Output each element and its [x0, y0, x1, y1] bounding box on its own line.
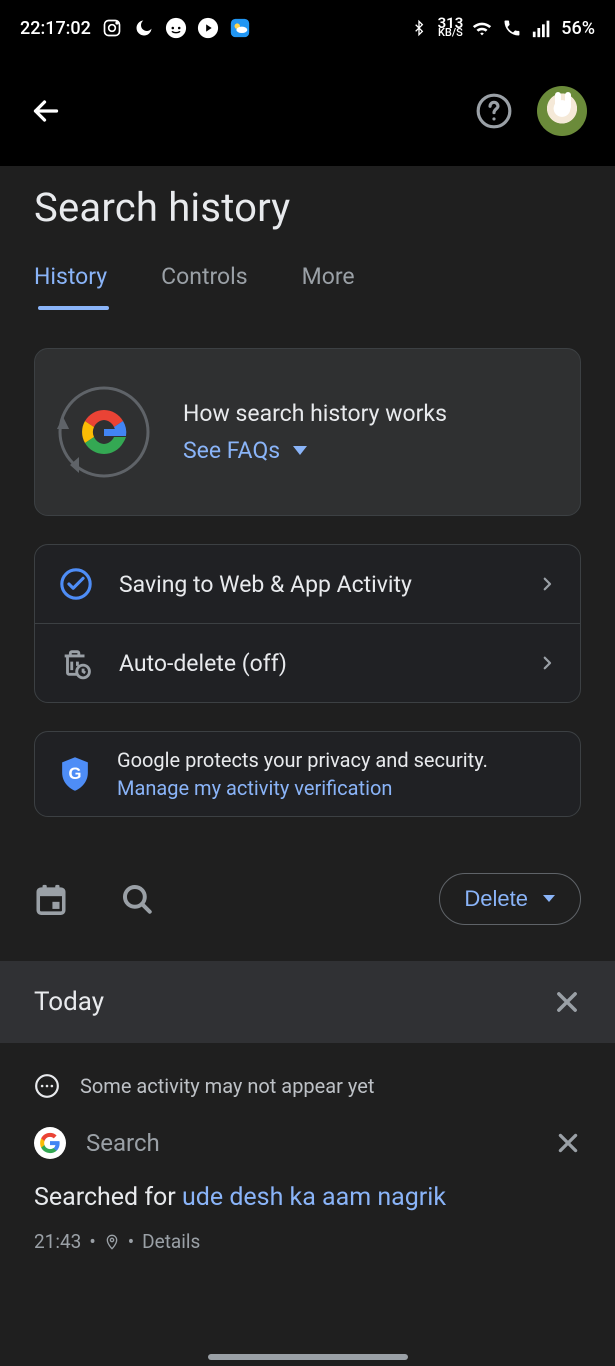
status-bar: 22:17:02 313 KB/S — [0, 0, 615, 56]
tab-controls[interactable]: Controls — [161, 263, 247, 308]
activity-notice-row: Some activity may not appear yet — [34, 1073, 581, 1099]
shield-icon: G — [59, 756, 91, 792]
status-time: 22:17:02 — [20, 18, 91, 39]
activity-details-link[interactable]: Details — [142, 1230, 200, 1253]
google-icon — [34, 1127, 66, 1159]
setting-autodelete[interactable]: Auto-delete (off) — [35, 624, 580, 702]
app-bar — [0, 56, 615, 166]
activity-meta: 21:43 • • Details — [34, 1230, 581, 1253]
tabs: History Controls More — [0, 241, 615, 308]
faq-link-label: See FAQs — [183, 437, 280, 464]
caret-down-icon — [292, 445, 308, 457]
faq-title: How search history works — [183, 400, 447, 427]
location-pin-icon[interactable] — [104, 1233, 120, 1251]
nav-bar-indicator — [208, 1354, 408, 1360]
faq-card[interactable]: How search history works See FAQs — [34, 348, 581, 516]
history-toolbar: Delete — [0, 817, 615, 949]
today-label: Today — [34, 987, 104, 1017]
delete-button[interactable]: Delete — [439, 873, 581, 925]
bluetooth-icon — [408, 17, 430, 39]
tab-more-label: More — [302, 263, 355, 290]
activity-app-label: Search — [86, 1129, 535, 1157]
signal-icon — [531, 17, 553, 39]
back-button[interactable] — [28, 93, 64, 129]
dot-separator: • — [128, 1230, 134, 1253]
autodelete-icon — [59, 646, 93, 680]
activity-title[interactable]: Searched for ude desh ka aam nagrik — [34, 1183, 581, 1212]
tab-more[interactable]: More — [302, 263, 355, 308]
setting-autodelete-label: Auto-delete (off) — [119, 650, 512, 677]
dismiss-today-button[interactable] — [553, 988, 581, 1016]
chevron-right-icon — [538, 649, 556, 677]
privacy-text: Google protects your privacy and securit… — [117, 748, 488, 772]
caret-down-icon — [542, 894, 556, 904]
dot-separator: • — [89, 1230, 95, 1253]
help-icon[interactable] — [475, 92, 513, 130]
activity-query: ude desh ka aam nagrik — [182, 1183, 446, 1212]
avatar[interactable] — [537, 86, 587, 136]
instagram-icon — [101, 17, 123, 39]
activity-time: 21:43 — [34, 1230, 81, 1253]
privacy-card: G Google protects your privacy and secur… — [34, 731, 581, 817]
data-rate: 313 KB/S — [438, 18, 464, 38]
dismiss-activity-button[interactable] — [555, 1130, 581, 1156]
history-google-icon — [49, 377, 159, 487]
setting-saving-label: Saving to Web & App Activity — [119, 571, 512, 598]
page-title: Search history — [0, 166, 615, 241]
chevron-right-icon — [538, 570, 556, 598]
wifi-icon — [471, 17, 493, 39]
tab-controls-label: Controls — [161, 263, 247, 290]
activity-notice-text: Some activity may not appear yet — [80, 1074, 374, 1098]
activity-prefix: Searched for — [34, 1183, 182, 1212]
tab-history[interactable]: History — [34, 263, 107, 308]
wifi-calling-icon — [501, 17, 523, 39]
tab-history-label: History — [34, 263, 107, 290]
weather-icon — [229, 17, 251, 39]
activity-item: Search — [34, 1127, 581, 1159]
today-section-header: Today — [0, 961, 615, 1043]
battery-percent: 56% — [561, 18, 595, 39]
search-icon[interactable] — [120, 882, 154, 916]
reddit-icon — [165, 17, 187, 39]
activity-section: Some activity may not appear yet Search … — [0, 1043, 615, 1263]
moon-icon — [133, 17, 155, 39]
settings-card: Saving to Web & App Activity Auto-delete… — [34, 544, 581, 703]
checkmark-circle-icon — [59, 567, 93, 601]
setting-saving[interactable]: Saving to Web & App Activity — [35, 545, 580, 624]
more-circle-icon — [34, 1073, 60, 1099]
play-icon — [197, 17, 219, 39]
delete-button-label: Delete — [464, 886, 528, 912]
privacy-link[interactable]: Manage my activity verification — [117, 776, 488, 800]
content-area: Search history History Controls More — [0, 166, 615, 1366]
calendar-icon[interactable] — [34, 882, 68, 916]
faq-link[interactable]: See FAQs — [183, 437, 447, 464]
svg-text:G: G — [69, 764, 82, 783]
